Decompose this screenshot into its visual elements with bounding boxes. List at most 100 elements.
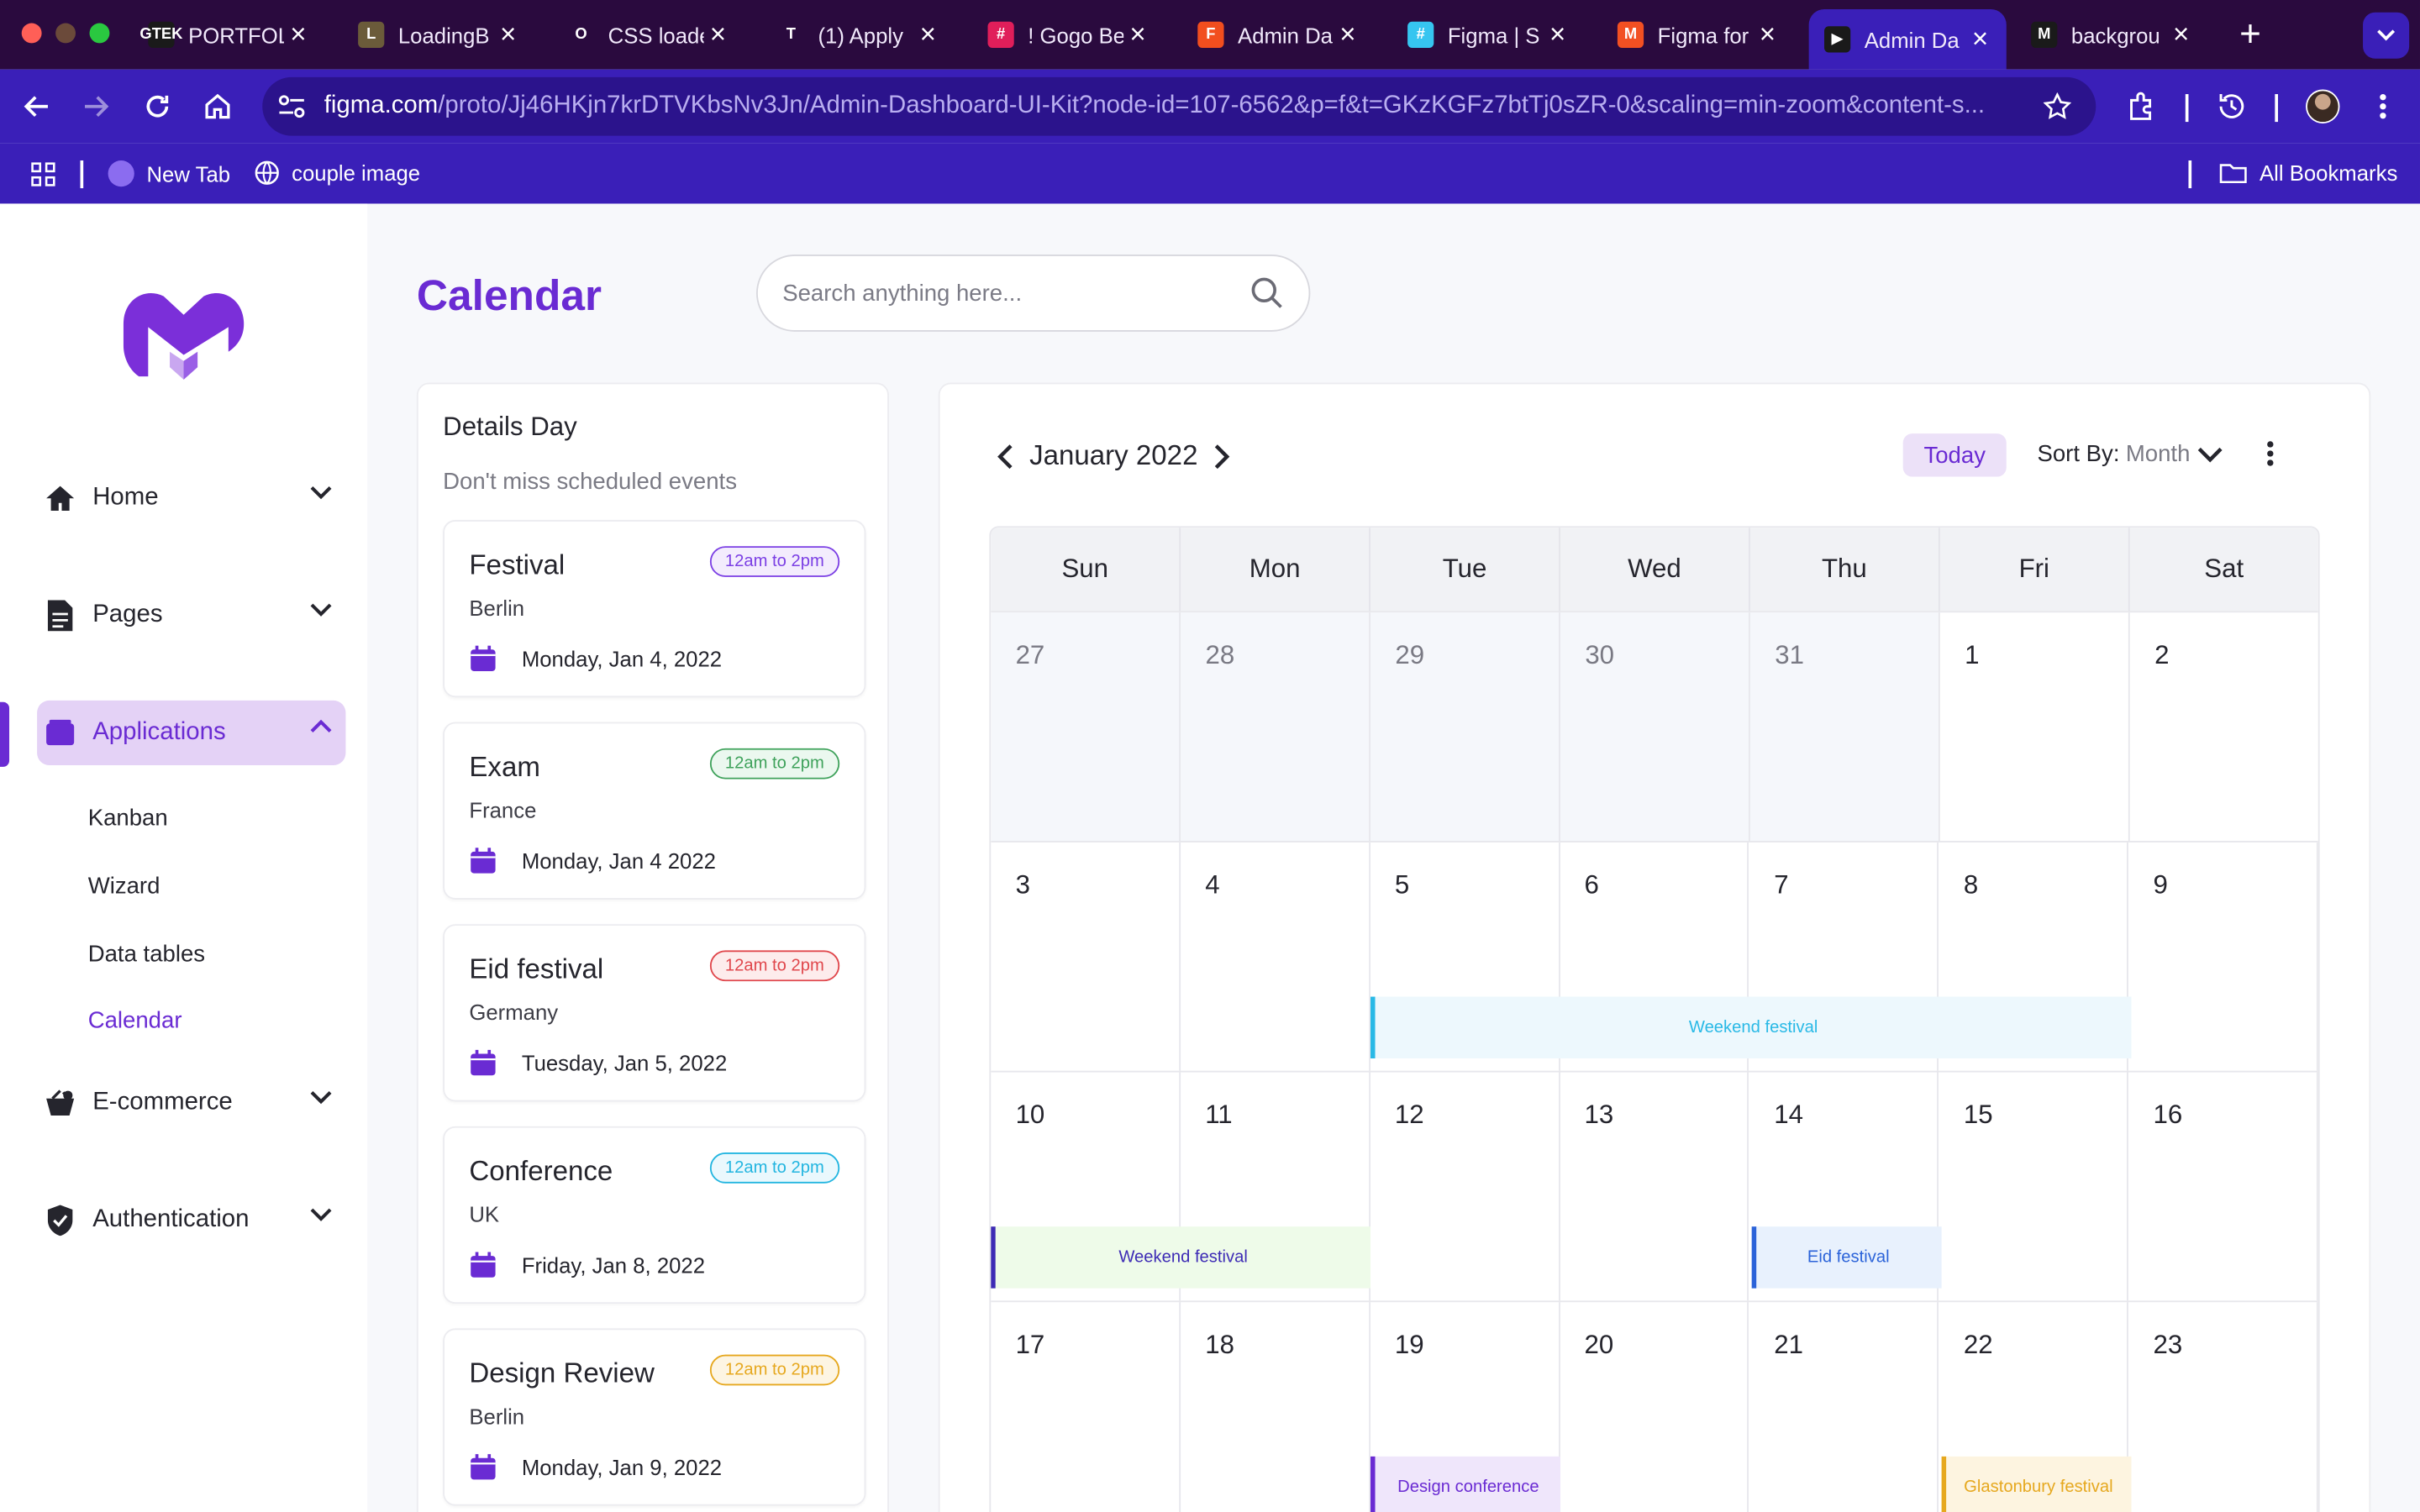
calendar-day-cell[interactable]: 3 bbox=[991, 842, 1181, 1071]
day-number: 13 bbox=[1584, 1100, 1614, 1130]
close-icon[interactable]: × bbox=[285, 18, 312, 51]
calendar-day-cell[interactable]: 12 bbox=[1370, 1072, 1560, 1301]
event-card[interactable]: Conference UK 12am to 2pm Friday, Jan 8, 20… bbox=[443, 1126, 866, 1305]
search-input[interactable]: Search anything here... bbox=[755, 255, 1311, 332]
extensions-button[interactable] bbox=[2121, 85, 2164, 128]
tab-title: backgrou bbox=[2070, 22, 2160, 48]
reload-button[interactable] bbox=[136, 85, 179, 128]
apps-button[interactable] bbox=[31, 162, 55, 186]
calendar-icon bbox=[469, 847, 497, 882]
new-tab-button[interactable]: + bbox=[2232, 14, 2269, 57]
calendar-day-cell[interactable]: 21 bbox=[1749, 1302, 1939, 1512]
calendar-day-cell[interactable]: 31 bbox=[1749, 612, 1940, 842]
chevron-down-icon bbox=[310, 1090, 332, 1105]
tab-title: Figma for bbox=[1657, 22, 1749, 48]
chevron-right-icon[interactable] bbox=[1213, 442, 1232, 470]
address-bar[interactable]: figma.com/proto/Jj46HKjn7krDTVKbsNv3Jn/A… bbox=[262, 76, 2096, 136]
home-button[interactable] bbox=[196, 85, 239, 128]
calendar-day-cell[interactable]: 1 bbox=[1940, 612, 2130, 842]
calendar-day-cell[interactable]: 29 bbox=[1370, 612, 1560, 842]
browser-tab[interactable]: O CSS loade × bbox=[553, 9, 744, 60]
calendar-event[interactable]: Eid festival bbox=[1750, 1226, 1942, 1289]
nav-home[interactable]: Home bbox=[37, 466, 345, 531]
reload-icon bbox=[146, 95, 169, 118]
calendar-day-cell[interactable]: 18 bbox=[1181, 1302, 1370, 1512]
close-icon[interactable]: × bbox=[495, 18, 522, 51]
browser-tab[interactable]: T (1) Apply × bbox=[762, 9, 954, 60]
browser-tab[interactable]: # ! Gogo Be × bbox=[972, 9, 1164, 60]
calendar-day-cell[interactable]: 28 bbox=[1181, 612, 1371, 842]
calendar-event[interactable]: Design conference bbox=[1370, 1456, 1561, 1512]
star-icon[interactable] bbox=[2043, 92, 2071, 120]
tab-search-button[interactable] bbox=[2363, 12, 2410, 59]
window-zoom-button[interactable] bbox=[89, 23, 110, 44]
sub-item-calendar[interactable]: Calendar bbox=[88, 1007, 182, 1033]
calendar-event[interactable]: Glastonbury festival bbox=[1941, 1456, 2132, 1512]
day-number: 14 bbox=[1774, 1100, 1803, 1130]
window-close-button[interactable] bbox=[21, 23, 42, 44]
forward-button[interactable] bbox=[74, 85, 117, 128]
browser-tab[interactable]: Mbackgrou × bbox=[2016, 9, 2207, 60]
bookmarks-divider bbox=[80, 160, 84, 189]
close-icon[interactable]: × bbox=[704, 18, 731, 51]
close-icon[interactable]: × bbox=[1966, 24, 1994, 56]
nav-pages[interactable]: Pages bbox=[37, 583, 345, 648]
home-icon bbox=[43, 481, 76, 515]
calendar-day-cell[interactable]: 15 bbox=[1939, 1072, 2129, 1301]
calendar-day-cell[interactable]: 23 bbox=[2128, 1302, 2318, 1512]
calendar-day-cell[interactable]: 2 bbox=[2130, 612, 2318, 841]
sub-item-kanban[interactable]: Kanban bbox=[88, 806, 168, 832]
nav-applications[interactable]: Applications bbox=[37, 700, 346, 766]
close-icon[interactable]: × bbox=[1334, 18, 1361, 51]
nav-authentication[interactable]: Authentication bbox=[37, 1188, 345, 1252]
browser-menu-button[interactable] bbox=[2361, 85, 2404, 128]
close-icon[interactable]: × bbox=[1754, 18, 1781, 51]
day-number: 19 bbox=[1394, 1330, 1424, 1360]
event-card[interactable]: Exam France 12am to 2pm Monday, Jan 4 2022 bbox=[443, 722, 866, 900]
close-icon[interactable]: × bbox=[2168, 18, 2195, 51]
close-icon[interactable]: × bbox=[914, 18, 941, 51]
day-number: 18 bbox=[1205, 1330, 1234, 1360]
sort-by-dropdown[interactable]: Sort By: Month bbox=[2037, 441, 2223, 468]
calendar-day-cell[interactable]: 30 bbox=[1560, 612, 1750, 842]
more-options-icon[interactable] bbox=[2264, 439, 2276, 467]
profile-avatar[interactable] bbox=[2306, 89, 2340, 123]
calendar-day-cell[interactable]: 9 bbox=[2128, 842, 2318, 1071]
history-button[interactable] bbox=[2210, 85, 2253, 128]
event-card[interactable]: Design Review Berlin 12am to 2pm Monday, Ja… bbox=[443, 1328, 866, 1506]
tab-favicon: ▶ bbox=[1824, 26, 1851, 53]
calendar-day-cell[interactable]: 13 bbox=[1560, 1072, 1749, 1301]
calendar-day-cell[interactable]: 17 bbox=[991, 1302, 1181, 1512]
all-bookmarks-button[interactable]: All Bookmarks bbox=[2219, 160, 2397, 185]
browser-tab[interactable]: ▶ Admin Da × bbox=[1808, 9, 2007, 70]
calendar-event[interactable]: Weekend festival bbox=[991, 1226, 1371, 1289]
browser-tab[interactable]: GTEK PORTFOL × bbox=[133, 9, 324, 60]
event-card[interactable]: Eid festival Germany 12am to 2pm Tuesday, J… bbox=[443, 924, 866, 1102]
close-icon[interactable]: × bbox=[1544, 18, 1571, 51]
window-minimize-button[interactable] bbox=[55, 23, 76, 44]
calendar-day-cell[interactable]: 27 bbox=[991, 612, 1181, 842]
chevron-left-icon[interactable] bbox=[996, 442, 1014, 470]
calendar-day-cell[interactable]: 16 bbox=[2128, 1072, 2318, 1301]
calendar-day-cell[interactable]: 4 bbox=[1181, 842, 1370, 1071]
browser-tab[interactable]: L LoadingB × bbox=[343, 9, 534, 60]
event-date: Friday, Jan 8, 2022 bbox=[521, 1252, 706, 1278]
calendar-day-cell[interactable]: 20 bbox=[1560, 1302, 1749, 1512]
today-button[interactable]: Today bbox=[1902, 433, 2007, 477]
bookmark-couple-image[interactable]: couple image bbox=[255, 160, 420, 185]
browser-tab[interactable]: F Admin Da × bbox=[1182, 9, 1374, 60]
browser-tab[interactable]: # Figma | S × bbox=[1392, 9, 1584, 60]
search-icon[interactable] bbox=[1250, 276, 1284, 310]
nav-ecommerce[interactable]: E-commerce bbox=[37, 1071, 345, 1136]
sub-item-wizard[interactable]: Wizard bbox=[88, 874, 160, 900]
event-card[interactable]: Festival Berlin 12am to 2pm Monday, Jan 4, … bbox=[443, 519, 866, 698]
home-icon bbox=[205, 93, 230, 119]
back-button[interactable] bbox=[15, 85, 58, 128]
browser-tab[interactable]: M Figma for × bbox=[1602, 9, 1794, 60]
close-icon[interactable]: × bbox=[1124, 18, 1151, 51]
calendar-event[interactable]: Weekend festival bbox=[1370, 996, 2132, 1058]
bookmark-label: New Tab bbox=[146, 160, 231, 186]
bookmark-new-tab[interactable]: New Tab bbox=[108, 160, 231, 187]
panel-title: Details Day bbox=[443, 412, 577, 442]
sub-item-data-tables[interactable]: Data tables bbox=[88, 941, 205, 967]
